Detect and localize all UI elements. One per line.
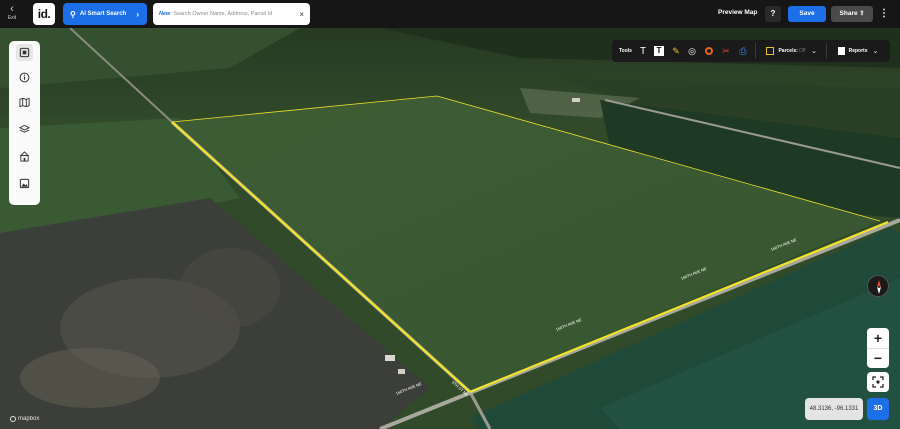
exit-button[interactable]: ‹ Exit xyxy=(4,3,20,25)
parcels-label: Parcels: xyxy=(778,48,798,54)
mapbox-logo-icon xyxy=(10,416,16,422)
search-placeholder: Search Owner Name, Address, Parcel Id xyxy=(173,11,273,17)
close-icon[interactable]: × xyxy=(299,10,304,19)
zoom-in-button[interactable]: + xyxy=(867,328,889,348)
search-icon: ⚲ xyxy=(70,9,76,19)
toolbar-divider xyxy=(755,43,756,59)
text-box-tool-icon[interactable]: T xyxy=(653,44,665,58)
left-sidebar xyxy=(9,41,40,205)
mapbox-label: mapbox xyxy=(18,416,40,422)
chevron-left-icon: ‹ xyxy=(10,3,14,15)
satellite-map[interactable]: 160TH AVE NE 160TH AVE NE 160TH AVE NE 1… xyxy=(0,28,900,429)
exit-label: Exit xyxy=(7,15,17,21)
ai-smart-search-label: AI Smart Search xyxy=(79,11,127,17)
info-icon[interactable] xyxy=(16,69,33,86)
fullscreen-icon[interactable] xyxy=(867,372,889,392)
app-logo[interactable]: id. xyxy=(33,3,55,25)
coordinates-readout: 48.3136, -96.1331 xyxy=(805,398,863,420)
ai-smart-search-button[interactable]: ⚲ AI Smart Search › xyxy=(63,3,147,25)
building-icon[interactable] xyxy=(16,148,33,165)
chevron-right-icon: › xyxy=(136,9,139,19)
parcels-toggle[interactable]: Parcels: Off xyxy=(762,44,810,58)
map-icon[interactable] xyxy=(16,94,33,111)
preview-map-button[interactable]: Preview Map xyxy=(718,9,757,16)
globe-pin-icon[interactable]: ◎ xyxy=(686,44,698,58)
text-tool-icon[interactable]: T xyxy=(637,44,649,58)
chevron-down-icon[interactable]: ⌄ xyxy=(810,44,818,58)
tools-toolbar: Tools T T ✎ ◎ ✂ ⎙ Parcels: Off ⌄ Reports… xyxy=(612,40,890,62)
parcels-icon xyxy=(766,47,775,55)
compass-icon[interactable] xyxy=(867,275,889,297)
record-icon[interactable] xyxy=(703,44,715,58)
pencil-icon[interactable]: ✎ xyxy=(670,44,682,58)
reports-icon xyxy=(837,47,845,55)
scissors-icon[interactable]: ✂ xyxy=(720,44,732,58)
new-badge: New xyxy=(159,11,171,17)
print-icon[interactable]: ⎙ xyxy=(737,44,749,58)
reports-dropdown[interactable]: Reports ⌄ xyxy=(834,44,882,58)
help-button[interactable]: ? xyxy=(765,6,781,22)
zoom-out-button[interactable]: − xyxy=(867,349,889,369)
search-input[interactable]: New Search Owner Name, Address, Parcel I… xyxy=(153,3,310,25)
share-button[interactable]: Share ⇧ xyxy=(831,6,873,22)
toolbar-divider xyxy=(826,43,827,59)
layers-panel-icon[interactable] xyxy=(16,44,33,61)
image-icon[interactable] xyxy=(16,175,33,192)
parcels-value: Off xyxy=(798,48,806,54)
zoom-control: + − xyxy=(867,328,889,368)
tools-label: Tools xyxy=(619,48,632,54)
mapbox-attribution: mapbox xyxy=(10,416,39,422)
chevron-down-icon: ⌄ xyxy=(872,48,879,55)
save-button[interactable]: Save xyxy=(788,6,826,22)
top-bar: ‹ Exit id. ⚲ AI Smart Search › New Searc… xyxy=(0,0,900,28)
reports-label: Reports xyxy=(848,48,868,54)
more-menu-icon[interactable]: ⋮ xyxy=(879,6,889,22)
3d-toggle-button[interactable]: 3D xyxy=(867,398,889,420)
share-icon: ⇧ xyxy=(859,11,865,17)
stack-layers-icon[interactable] xyxy=(16,121,33,138)
share-label: Share xyxy=(839,10,858,17)
